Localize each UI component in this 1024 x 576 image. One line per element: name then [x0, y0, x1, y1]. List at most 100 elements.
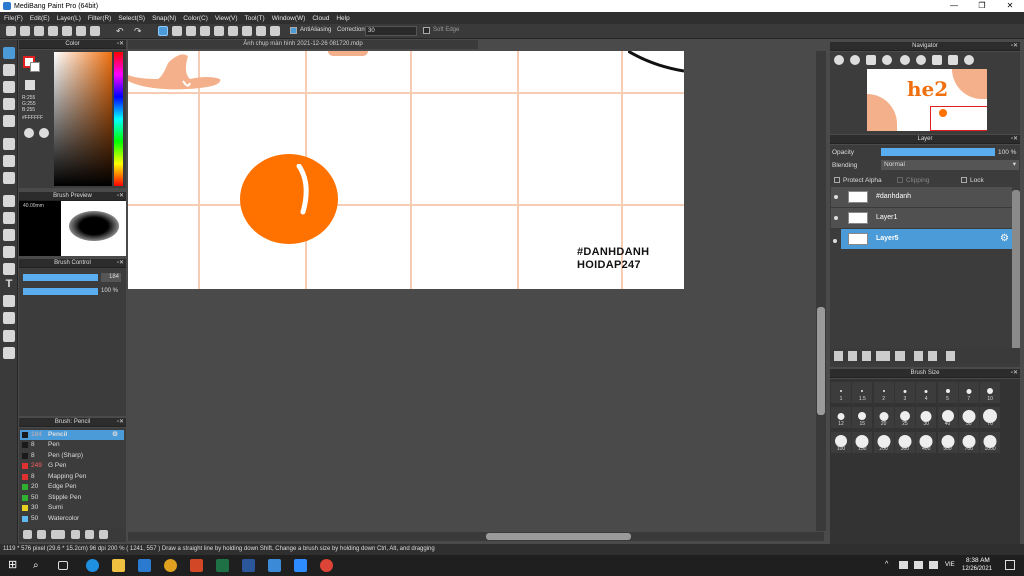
new-file-icon[interactable] — [20, 26, 30, 36]
brush-size-cell[interactable]: 1.5 — [852, 382, 873, 403]
export-icon[interactable] — [76, 26, 86, 36]
menu-cloud[interactable]: Cloud — [312, 15, 329, 22]
transparent-color-swatch[interactable] — [25, 80, 35, 90]
navigator-view-rect[interactable] — [930, 106, 987, 131]
brush-size-cell[interactable]: 30 — [916, 407, 937, 428]
folder-icon[interactable] — [85, 530, 94, 539]
new-layer-icon[interactable] — [834, 351, 843, 361]
brush-item-sumi[interactable]: 30 Sumi — [20, 503, 124, 513]
blending-select[interactable]: Normal ▾ — [881, 160, 1019, 170]
brush-item-g-pen[interactable]: 249 G Pen — [20, 461, 124, 471]
brush-item-edge-pen[interactable]: 20 Edge Pen — [20, 482, 124, 492]
panel-close-icon[interactable]: ▫✕ — [117, 259, 124, 268]
hue-slider[interactable] — [114, 52, 123, 186]
eye-icon[interactable] — [834, 216, 838, 220]
copy-brush-icon[interactable] — [99, 530, 108, 539]
brush-size-cell[interactable]: 200 — [873, 432, 894, 453]
panel-close-icon[interactable]: ▫✕ — [1011, 42, 1018, 51]
brush-size-value[interactable]: 184 — [101, 273, 121, 282]
brush-item-stipple-pen[interactable]: 50 Stipple Pen — [20, 493, 124, 503]
brush-size-slider[interactable] — [23, 274, 98, 281]
eraser-tool-icon[interactable] — [3, 64, 15, 76]
actual-size-icon[interactable] — [882, 55, 892, 65]
search-icon[interactable]: ⌕ — [33, 559, 46, 572]
save-icon[interactable] — [48, 26, 58, 36]
snap-cross-icon[interactable] — [186, 26, 196, 36]
brush-settings-icon[interactable] — [23, 530, 32, 539]
panel-close-icon[interactable]: ▫✕ — [117, 418, 124, 427]
cloud-brush-icon[interactable] — [71, 530, 80, 539]
layer-scroll-thumb[interactable] — [1012, 190, 1020, 350]
navigator-thumbnail[interactable]: he2 — [867, 69, 987, 131]
duplicate-layer-icon[interactable] — [914, 351, 923, 361]
select-brush-icon[interactable] — [3, 246, 15, 258]
maximize-button[interactable]: ❐ — [968, 0, 996, 12]
brush-size-cell[interactable]: 150 — [852, 432, 873, 453]
brush-size-cell[interactable]: 700 — [958, 432, 979, 453]
windows-start-icon[interactable]: ⊞ — [8, 559, 21, 572]
brush-menu-icon[interactable] — [51, 530, 65, 539]
zoom-app-icon[interactable] — [294, 559, 307, 572]
menu-window[interactable]: Window(W) — [272, 15, 306, 22]
close-button[interactable]: ✕ — [996, 0, 1024, 12]
word-icon[interactable] — [242, 559, 255, 572]
minimize-button[interactable]: — — [940, 0, 968, 12]
rect-tool-icon[interactable] — [3, 138, 15, 150]
brush-tool-icon[interactable] — [3, 47, 15, 59]
horizontal-scroll-thumb[interactable] — [486, 533, 631, 540]
brush-item-pen[interactable]: 8 Pen — [20, 440, 124, 450]
brush-item-watercolor[interactable]: 50 Watercolor — [20, 514, 124, 524]
horizontal-scrollbar[interactable] — [128, 532, 824, 541]
snap-circle-icon[interactable] — [228, 26, 238, 36]
brush-size-cell[interactable]: 50 — [958, 407, 979, 428]
gear-icon[interactable]: ⚙ — [1000, 233, 1009, 244]
undo-icon[interactable]: ↶ — [116, 26, 126, 36]
brush-size-cell[interactable]: 40 — [937, 407, 958, 428]
snap-vanish-icon[interactable] — [200, 26, 210, 36]
panel-close-icon[interactable]: ▫✕ — [1011, 369, 1018, 378]
brush-size-cell[interactable]: 25 — [894, 407, 915, 428]
snap-grid-icon[interactable] — [256, 26, 266, 36]
saturation-value-picker[interactable] — [54, 52, 112, 186]
antialiasing-checkbox[interactable] — [290, 27, 297, 34]
menu-color[interactable]: Color(C) — [183, 15, 208, 22]
powerpoint-icon[interactable] — [190, 559, 203, 572]
menu-filter[interactable]: Filter(R) — [88, 15, 111, 22]
brush-size-cell[interactable]: 3 — [894, 382, 915, 403]
vertical-scrollbar[interactable] — [816, 51, 826, 531]
brush-size-cell[interactable]: 5 — [937, 382, 958, 403]
task-view-icon[interactable] — [58, 561, 68, 570]
operation-tool-icon[interactable] — [3, 295, 15, 307]
menu-snap[interactable]: Snap(N) — [152, 15, 176, 22]
chrome-alt-icon[interactable] — [320, 559, 333, 572]
brush-item-pencil[interactable]: 184 Pencil ⚙ — [20, 430, 124, 440]
select-pen-icon[interactable] — [3, 98, 15, 110]
menu-file[interactable]: File(F) — [4, 15, 23, 22]
paint-app-icon[interactable] — [268, 559, 281, 572]
clock-time[interactable]: 8:38 AM — [966, 557, 990, 564]
new-halftone-layer-icon[interactable] — [848, 351, 857, 361]
hand-tool-icon[interactable] — [3, 347, 15, 359]
fit-icon[interactable] — [866, 55, 876, 65]
menu-help[interactable]: Help — [336, 15, 349, 22]
battery-icon[interactable] — [929, 561, 938, 569]
text-tool-icon[interactable]: T — [3, 278, 15, 290]
wifi-icon[interactable] — [899, 561, 908, 569]
menu-edit[interactable]: Edit(E) — [30, 15, 50, 22]
tray-arrow-icon[interactable]: ^ — [885, 561, 888, 568]
brush-size-cell[interactable]: 100 — [831, 432, 851, 453]
menu-tool[interactable]: Tool(T) — [245, 15, 265, 22]
snap-settings-icon[interactable] — [270, 26, 280, 36]
excel-icon[interactable] — [216, 559, 229, 572]
new-8bit-layer-icon[interactable] — [862, 351, 871, 361]
protect-alpha-checkbox[interactable] — [834, 177, 840, 183]
dot-tool-icon[interactable] — [3, 81, 15, 93]
vertical-scroll-thumb[interactable] — [817, 307, 825, 415]
palette-icon[interactable] — [24, 128, 34, 138]
snap-off-icon[interactable] — [158, 26, 168, 36]
merge-layer-icon[interactable] — [928, 351, 937, 361]
soft-edge-checkbox[interactable] — [423, 27, 430, 34]
rotate-left-icon[interactable] — [900, 55, 910, 65]
lock-checkbox[interactable] — [961, 177, 967, 183]
brush-size-cell[interactable]: 300 — [894, 432, 915, 453]
